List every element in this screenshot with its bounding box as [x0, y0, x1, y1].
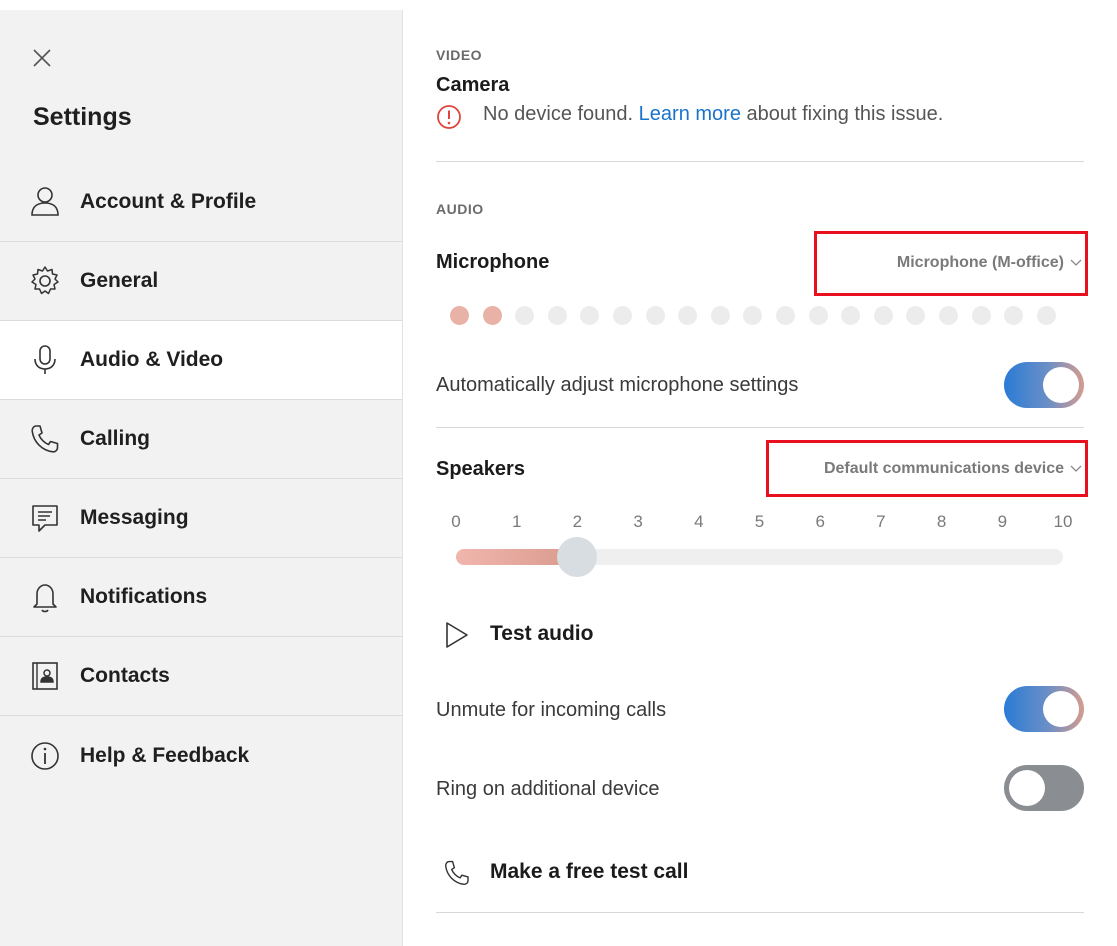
- volume-tick-label: 2: [572, 512, 583, 531]
- volume-tick-label: 9: [997, 512, 1008, 531]
- mic-level-dot: [645, 306, 665, 325]
- chevron-down-icon: [1070, 259, 1082, 266]
- mic-level-dot: [906, 306, 926, 325]
- microphone-icon: [34, 345, 56, 374]
- volume-tick-label: 3: [633, 512, 643, 531]
- chat-icon: [32, 505, 58, 532]
- nav-item-contacts[interactable]: Contacts: [0, 637, 402, 716]
- person-icon: [31, 187, 59, 216]
- nav-label: Account & Profile: [80, 190, 257, 213]
- mic-level-dot: [743, 306, 763, 325]
- nav-item-messaging[interactable]: Messaging: [0, 479, 402, 558]
- nav-item-account-profile[interactable]: Account & Profile: [0, 163, 402, 242]
- auto-adjust-label: Automatically adjust microphone settings: [436, 374, 799, 396]
- speakers-device-value: Default communications device: [823, 460, 1064, 477]
- warning-prefix: No device found.: [483, 103, 634, 125]
- volume-tick-label: 7: [876, 512, 886, 531]
- microphone-device-value: Microphone (M-office): [896, 254, 1064, 271]
- ring-additional-toggle[interactable]: [1004, 765, 1084, 811]
- bell-icon: [33, 584, 57, 613]
- toggle-knob: [1043, 691, 1079, 727]
- audio-video-panel: VIDEO Camera No device found. Learn more…: [436, 0, 1088, 946]
- settings-title: Settings: [33, 103, 132, 131]
- play-icon: [446, 622, 468, 648]
- warning-icon: [437, 105, 461, 129]
- mic-level-dot: [547, 306, 567, 325]
- nav-label: Messaging: [80, 506, 189, 529]
- mic-level-dot: [971, 306, 991, 325]
- gear-icon: [31, 266, 59, 295]
- mic-level-dot: [1004, 306, 1024, 325]
- chevron-down-icon: [1070, 465, 1082, 472]
- unmute-toggle[interactable]: [1004, 686, 1084, 732]
- nav-label: Audio & Video: [80, 348, 224, 371]
- nav-item-help-feedback[interactable]: Help & Feedback: [0, 716, 402, 795]
- mic-level-dot: [776, 306, 795, 325]
- volume-tick-label: 8: [936, 512, 947, 531]
- mic-level-dot: [808, 306, 828, 325]
- close-icon[interactable]: [30, 46, 54, 70]
- video-section-label: VIDEO: [436, 47, 483, 63]
- phone-icon: [31, 425, 59, 453]
- mic-level-dot: [482, 306, 502, 325]
- settings-sidebar: Settings Account & Profile General Audio…: [0, 10, 403, 946]
- volume-tick-label: 0: [451, 512, 461, 531]
- settings-nav: Account & Profile General Audio & Video: [0, 163, 402, 795]
- slider-thumb[interactable]: [557, 537, 598, 577]
- contact-card-icon: [32, 662, 58, 690]
- test-audio-label: Test audio: [490, 622, 594, 645]
- volume-tick-label: 6: [815, 512, 825, 531]
- mic-level-dot: [678, 306, 698, 325]
- nav-label: Contacts: [80, 664, 170, 687]
- unmute-label: Unmute for incoming calls: [436, 699, 667, 721]
- divider: [436, 161, 1084, 162]
- audio-section-label: AUDIO: [436, 201, 484, 217]
- divider: [436, 427, 1084, 428]
- mic-level-dot: [939, 306, 958, 325]
- learn-more-link[interactable]: Learn more: [639, 103, 741, 125]
- camera-warning-text: No device found. Learn more about fixing…: [483, 103, 943, 126]
- mic-level-dot: [580, 306, 600, 325]
- settings-window: Settings Account & Profile General Audio…: [0, 0, 1117, 946]
- mic-level-dot: [710, 306, 730, 325]
- mic-level-dot: [873, 306, 893, 325]
- mic-level-dot: [613, 306, 632, 325]
- nav-label: Notifications: [80, 585, 208, 608]
- mic-level-dot: [450, 306, 469, 325]
- speakers-device-dropdown[interactable]: Default communications device: [824, 460, 1082, 478]
- ring-additional-label: Ring on additional device: [436, 778, 660, 800]
- speakers-title: Speakers: [436, 458, 525, 480]
- warning-suffix: about fixing this issue.: [746, 103, 944, 125]
- divider: [436, 912, 1084, 913]
- volume-scale: 0 1 2 3 4 5 6 7 8 9 10: [436, 512, 1084, 536]
- volume-tick-label: 4: [694, 512, 704, 531]
- test-call-label: Make a free test call: [490, 860, 689, 883]
- toggle-knob: [1009, 770, 1045, 806]
- mic-level-dot: [1036, 306, 1056, 325]
- volume-tick-label: 1: [511, 512, 522, 531]
- nav-label: Help & Feedback: [80, 743, 250, 767]
- nav-label: Calling: [80, 427, 151, 450]
- nav-item-calling[interactable]: Calling: [0, 400, 402, 479]
- nav-item-general[interactable]: General: [0, 242, 402, 321]
- camera-title: Camera: [436, 74, 510, 96]
- nav-item-notifications[interactable]: Notifications: [0, 558, 402, 637]
- info-icon: [31, 741, 59, 770]
- mic-level-dot: [515, 306, 535, 325]
- auto-adjust-toggle[interactable]: [1004, 362, 1084, 408]
- speaker-volume-slider[interactable]: [456, 537, 1063, 577]
- volume-tick-label: 5: [754, 512, 765, 531]
- microphone-device-dropdown[interactable]: Microphone (M-office): [897, 254, 1082, 272]
- phone-icon: [444, 860, 469, 886]
- microphone-title: Microphone: [436, 251, 550, 273]
- volume-tick-label: 10: [1053, 512, 1073, 531]
- nav-item-audio-video[interactable]: Audio & Video: [0, 321, 402, 400]
- mic-level-dot: [841, 306, 861, 325]
- nav-label: General: [80, 269, 159, 292]
- toggle-knob: [1043, 367, 1079, 403]
